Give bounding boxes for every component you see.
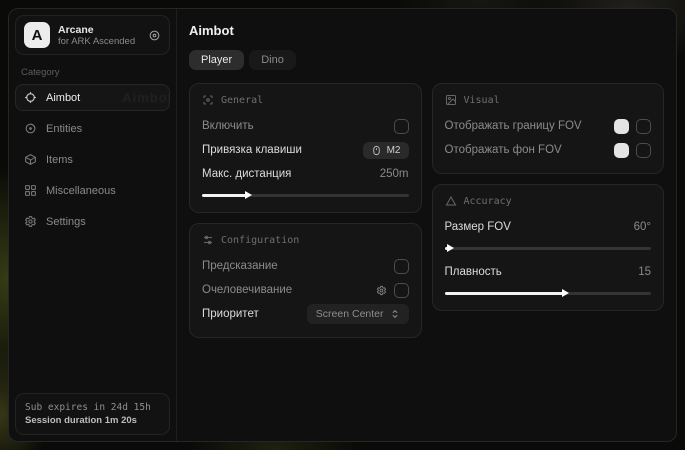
smoothness-value: 15 xyxy=(638,266,651,278)
visual-card-header: Visual xyxy=(445,94,652,106)
sidebar-item-settings[interactable]: Settings xyxy=(15,208,170,235)
fov-size-slider[interactable] xyxy=(445,243,652,253)
slider-fill xyxy=(445,292,565,295)
max-distance-value: 250m xyxy=(380,168,409,180)
fov-border-label: Отображать границу FOV xyxy=(445,120,582,132)
humanization-checkbox[interactable] xyxy=(394,283,409,298)
sidebar-item-miscellaneous[interactable]: Miscellaneous xyxy=(15,177,170,204)
sliders-icon xyxy=(202,234,214,246)
configuration-card-title: Configuration xyxy=(221,235,299,246)
gear-icon xyxy=(24,215,37,228)
package-icon xyxy=(24,153,37,166)
sidebar-item-items[interactable]: Items xyxy=(15,146,170,173)
tab-player[interactable]: Player xyxy=(189,50,244,70)
sidebar-item-aimbot[interactable]: Aimbot Aimbot xyxy=(15,84,170,111)
priority-dropdown[interactable]: Screen Center xyxy=(307,304,409,324)
smoothness-row: Плавность 15 xyxy=(445,261,652,283)
fov-border-checkbox[interactable] xyxy=(636,119,651,134)
keybind-value: M2 xyxy=(387,145,401,156)
accuracy-card-title: Accuracy xyxy=(464,196,512,207)
enable-checkbox[interactable] xyxy=(394,119,409,134)
page-title: Aimbot xyxy=(189,23,664,38)
general-card-title: General xyxy=(221,95,263,106)
tab-dino[interactable]: Dino xyxy=(249,50,296,70)
fov-size-value: 60° xyxy=(634,221,651,233)
visual-card-title: Visual xyxy=(464,95,500,106)
accuracy-card-header: Accuracy xyxy=(445,195,652,207)
scan-focus-icon xyxy=(202,94,214,106)
smoothness-slider[interactable] xyxy=(445,288,652,298)
main-content: Aimbot Player Dino General xyxy=(177,9,676,441)
enable-row: Включить xyxy=(202,115,409,137)
visual-card: Visual Отображать границу FOV Отображать… xyxy=(432,83,665,174)
priority-value: Screen Center xyxy=(316,308,384,320)
configuration-card-header: Configuration xyxy=(202,234,409,246)
prediction-label: Предсказание xyxy=(202,260,278,272)
priority-row: Приоритет Screen Center xyxy=(202,303,409,325)
category-label: Category xyxy=(21,67,164,78)
chevrons-up-down-icon xyxy=(390,309,400,319)
radar-entities-icon xyxy=(24,122,37,135)
session-duration-text: Session duration 1m 20s xyxy=(25,414,160,427)
humanization-row: Очеловечивание xyxy=(202,279,409,301)
app-logo: A xyxy=(24,22,50,48)
configuration-card: Configuration Предсказание Очеловечивани… xyxy=(189,223,422,338)
keybind-button[interactable]: M2 xyxy=(363,142,409,159)
subscription-card: Sub expires in 24d 15h Session duration … xyxy=(15,393,170,435)
max-distance-slider[interactable] xyxy=(202,190,409,200)
mouse-icon xyxy=(371,145,382,156)
slider-handle[interactable] xyxy=(447,244,454,252)
humanization-label: Очеловечивание xyxy=(202,284,292,296)
fov-background-checkbox[interactable] xyxy=(636,143,651,158)
crosshair-icon xyxy=(24,91,37,104)
slider-handle[interactable] xyxy=(562,289,569,297)
sidebar-item-label: Aimbot xyxy=(46,92,80,104)
keybind-row: Привязка клавиши M2 xyxy=(202,139,409,161)
general-card-header: General xyxy=(202,94,409,106)
general-card: General Включить Привязка клавиши xyxy=(189,83,422,213)
max-distance-row: Макс. дистанция 250m xyxy=(202,163,409,185)
tab-bar: Player Dino xyxy=(189,50,664,70)
priority-label: Приоритет xyxy=(202,308,259,320)
sidebar-item-label: Miscellaneous xyxy=(46,185,116,197)
sub-expires-text: Sub expires in 24d 15h xyxy=(25,401,160,414)
aimbot-ghost-label: Aimbot xyxy=(122,90,170,105)
fov-background-color-swatch[interactable] xyxy=(614,143,629,158)
app-subtitle: for ARK Ascended xyxy=(58,36,140,47)
slider-track xyxy=(445,247,652,250)
triangle-icon xyxy=(445,195,457,207)
app-header-card: A Arcane for ARK Ascended xyxy=(15,15,170,55)
slider-fill xyxy=(202,194,247,197)
humanization-gear-icon[interactable] xyxy=(376,285,387,296)
sidebar-item-label: Entities xyxy=(46,123,82,135)
focus-target-icon[interactable] xyxy=(148,29,161,42)
prediction-row: Предсказание xyxy=(202,255,409,277)
fov-background-label: Отображать фон FOV xyxy=(445,144,562,156)
cheat-menu-window: A Arcane for ARK Ascended Category Aimbo… xyxy=(8,8,677,442)
slider-handle[interactable] xyxy=(245,191,252,199)
sidebar-nav: Aimbot Aimbot Entities Items xyxy=(15,84,170,235)
fov-border-color-swatch[interactable] xyxy=(614,119,629,134)
fov-border-row: Отображать границу FOV xyxy=(445,115,652,137)
smoothness-label: Плавность xyxy=(445,266,502,278)
image-icon xyxy=(445,94,457,106)
app-title: Arcane xyxy=(58,24,140,36)
fov-background-row: Отображать фон FOV xyxy=(445,139,652,161)
prediction-checkbox[interactable] xyxy=(394,259,409,274)
sidebar: A Arcane for ARK Ascended Category Aimbo… xyxy=(9,9,177,441)
keybind-label: Привязка клавиши xyxy=(202,144,302,156)
sidebar-item-label: Items xyxy=(46,154,73,166)
max-distance-label: Макс. дистанция xyxy=(202,168,291,180)
accuracy-card: Accuracy Размер FOV 60° Плавность 15 xyxy=(432,184,665,311)
fov-size-row: Размер FOV 60° xyxy=(445,216,652,238)
enable-label: Включить xyxy=(202,120,254,132)
sidebar-item-label: Settings xyxy=(46,216,86,228)
fov-size-label: Размер FOV xyxy=(445,221,511,233)
app-names: Arcane for ARK Ascended xyxy=(58,24,140,47)
grid-icon xyxy=(24,184,37,197)
sidebar-item-entities[interactable]: Entities xyxy=(15,115,170,142)
